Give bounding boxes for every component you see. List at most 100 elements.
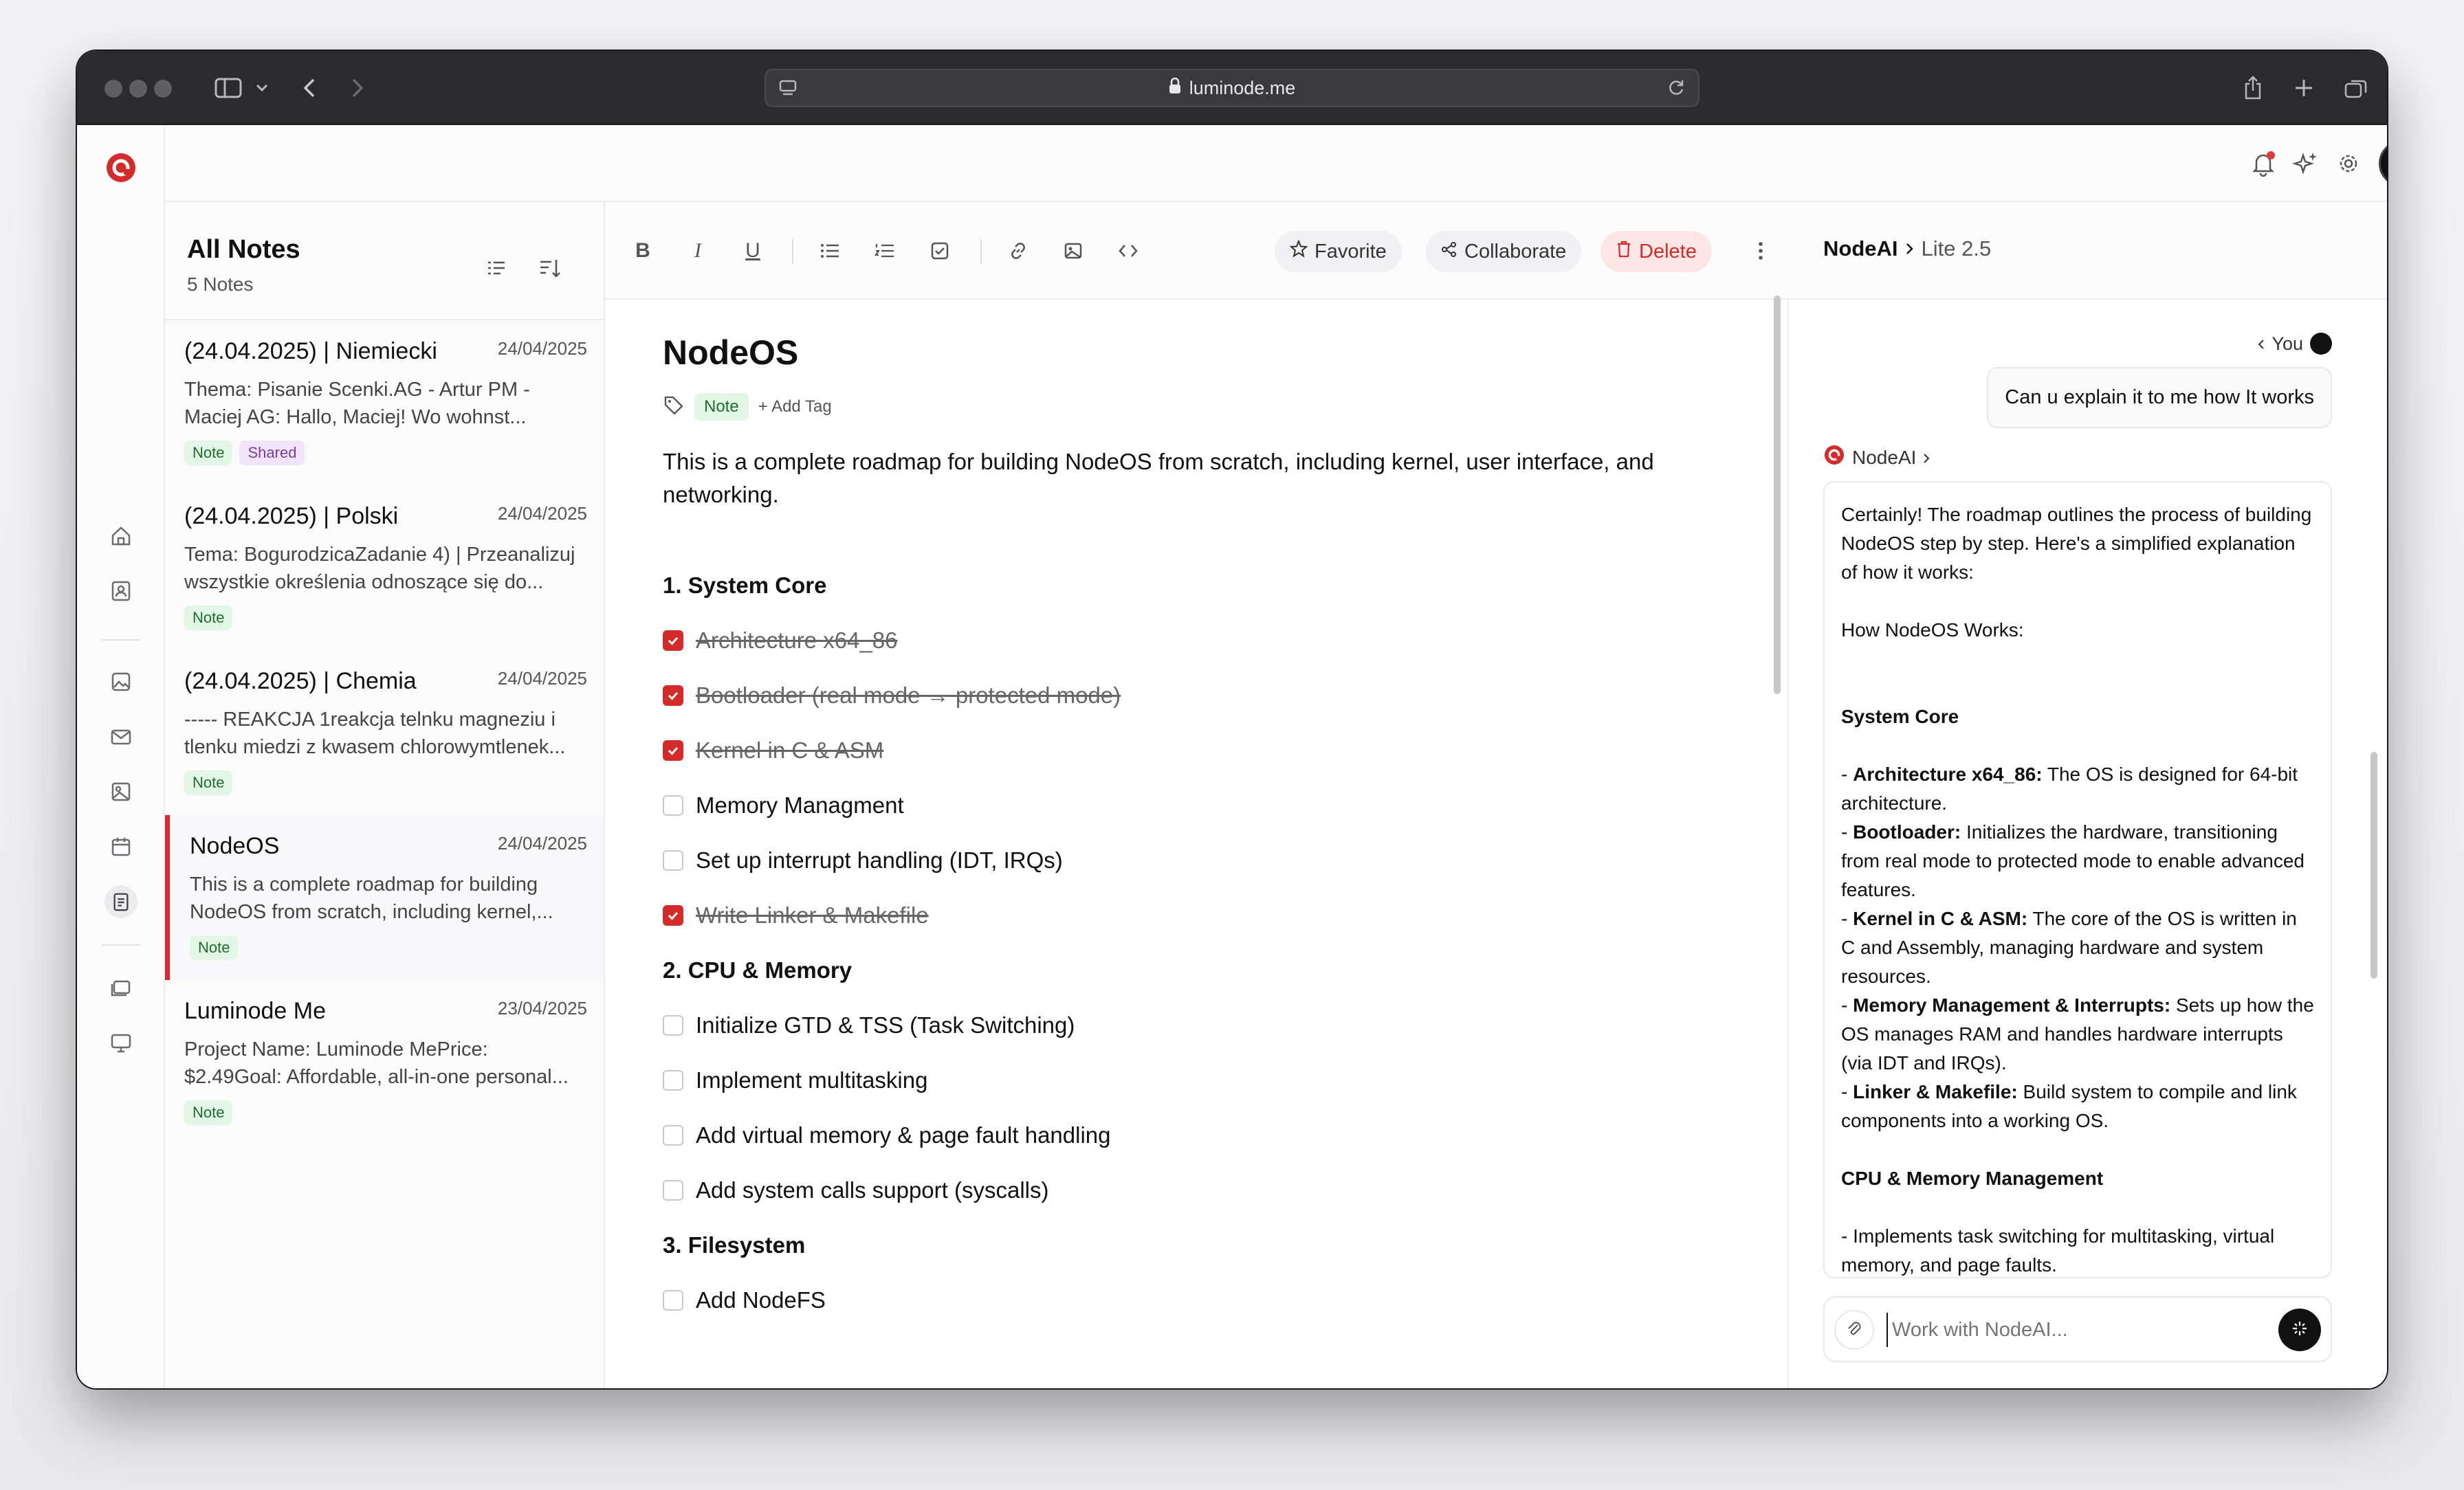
task-text[interactable]: Add NodeFS (696, 1287, 826, 1313)
note-list-item[interactable]: Luminode Me 23/04/2025 Project Name: Lumin… (165, 980, 604, 1145)
task-checkbox[interactable] (663, 740, 683, 761)
task-checkbox[interactable] (663, 1125, 683, 1146)
section-heading[interactable]: 2. CPU & Memory (663, 943, 1694, 998)
document-tags: Note + Add Tag (663, 393, 1694, 421)
favorite-button[interactable]: Favorite (1275, 231, 1402, 272)
task-checkbox[interactable] (663, 630, 683, 651)
delete-button[interactable]: Delete (1600, 231, 1712, 272)
note-list-item[interactable]: (24.04.2025) | Polski 24/04/2025 Tema: Bog… (165, 485, 604, 650)
section-heading[interactable]: 3. Filesystem (663, 1218, 1694, 1273)
user-avatar[interactable] (2379, 140, 2387, 187)
link-icon[interactable] (1001, 234, 1035, 268)
task-checkbox[interactable] (663, 850, 683, 871)
section-heading[interactable]: 1. System Core (663, 558, 1694, 613)
chevron-down-icon[interactable] (252, 70, 272, 106)
home-icon[interactable] (104, 520, 138, 553)
task-text[interactable]: Architecture x64_86 (696, 627, 898, 654)
task-item: Set up interrupt handling (IDT, IRQs) (663, 833, 1694, 888)
task-text[interactable]: Implement multitasking (696, 1067, 927, 1093)
task-text[interactable]: Add virtual memory & page fault handling (696, 1122, 1111, 1148)
note-tag: Note (184, 441, 233, 465)
note-tag: Note (184, 605, 233, 630)
mail-icon[interactable] (104, 720, 138, 753)
ai-sparkle-icon[interactable] (2292, 150, 2320, 177)
editor-scrollbar[interactable] (1774, 296, 1781, 694)
add-tag-button[interactable]: + Add Tag (758, 397, 832, 416)
note-list-item[interactable]: (24.04.2025) | Chemia 24/04/2025 ----- REA… (165, 650, 604, 815)
bullet-list-icon[interactable] (813, 234, 847, 268)
italic-icon[interactable]: I (681, 234, 715, 268)
ai-response-text: - Implements task switching for multitas… (1841, 1225, 2275, 1276)
desktop-icon[interactable] (104, 1027, 138, 1060)
underline-icon[interactable]: U (736, 234, 770, 268)
tab-overview-icon[interactable] (2339, 70, 2373, 106)
nodeai-logo-icon (1823, 444, 1845, 471)
task-checkbox[interactable] (663, 1070, 683, 1091)
reload-icon[interactable] (1662, 71, 1690, 104)
sort-icon[interactable] (538, 256, 565, 283)
bold-icon[interactable]: B (626, 234, 660, 268)
task-checkbox[interactable] (663, 1290, 683, 1311)
task-text[interactable]: Bootloader (real mode → protected mode) (696, 682, 1121, 709)
document-title[interactable]: NodeOS (663, 333, 1694, 372)
ai-label: NodeAI (1852, 446, 1917, 468)
ai-item-bold: Linker & Makefile: (1853, 1081, 2018, 1102)
you-label-row: You (2258, 333, 2332, 355)
ai-response-intro: Certainly! The roadmap outlines the proc… (1841, 504, 2312, 583)
gallery-icon[interactable] (104, 665, 138, 698)
note-snippet: ----- REAKCJA 1reakcja telnku magneziu i… (184, 709, 566, 758)
note-list-item[interactable]: NodeOS 24/04/2025 This is a complete roadm… (165, 815, 604, 980)
task-text[interactable]: Initialize GTD & TSS (Task Switching) (696, 1012, 1075, 1038)
task-checkbox[interactable] (663, 795, 683, 816)
close-window-button[interactable] (104, 80, 122, 98)
ai-panel-header: NodeAI Lite 2.5 (1789, 202, 2387, 300)
task-checkbox[interactable] (663, 1180, 683, 1201)
address-bar[interactable]: luminode.me (764, 69, 1700, 107)
task-text[interactable]: Kernel in C & ASM (696, 737, 883, 764)
numbered-list-icon[interactable] (868, 234, 902, 268)
ai-prompt-input[interactable] (1886, 1313, 2272, 1347)
collaborate-button[interactable]: Collaborate (1426, 231, 1582, 272)
calendar-icon[interactable] (104, 830, 138, 863)
send-button[interactable] (2278, 1309, 2321, 1351)
settings-gear-icon[interactable] (2335, 150, 2362, 177)
notes-icon[interactable] (104, 885, 138, 918)
ai-scrollbar[interactable] (2370, 752, 2377, 979)
forward-icon[interactable] (344, 70, 371, 106)
image-icon[interactable] (1056, 234, 1090, 268)
document-intro[interactable]: This is a complete roadmap for building … (663, 445, 1680, 511)
back-icon[interactable] (296, 70, 323, 106)
sidebar-toggle-icon[interactable] (208, 70, 249, 106)
star-icon (1289, 239, 1308, 263)
view-options-icon[interactable] (484, 256, 512, 283)
ai-response-item: - Bootloader: Initializes the hardware, … (1841, 821, 2304, 900)
luminode-logo-icon[interactable] (104, 151, 138, 184)
note-date: 24/04/2025 (497, 338, 587, 359)
contacts-icon[interactable] (104, 575, 138, 608)
checklist-icon[interactable] (923, 234, 957, 268)
task-text[interactable]: Set up interrupt handling (IDT, IRQs) (696, 847, 1063, 874)
ai-model-selector[interactable]: NodeAI Lite 2.5 (1823, 236, 1991, 261)
delete-label: Delete (1639, 240, 1697, 263)
photos-icon[interactable] (104, 775, 138, 808)
note-list-item[interactable]: (24.04.2025) | Niemiecki 24/04/2025 Thema:… (165, 320, 604, 485)
ai-response-item: - Architecture x64_86: The OS is designe… (1841, 764, 2298, 814)
ai-label-row: NodeAI (1823, 444, 1930, 471)
minimize-window-button[interactable] (129, 80, 147, 98)
attach-button[interactable] (1834, 1310, 1874, 1350)
task-text[interactable]: Write Linker & Makefile (696, 902, 929, 929)
more-options-icon[interactable] (1744, 234, 1778, 268)
share-icon[interactable] (2236, 70, 2270, 106)
task-checkbox[interactable] (663, 685, 683, 706)
task-text[interactable]: Add system calls support (syscalls) (696, 1177, 1048, 1203)
zoom-window-button[interactable] (154, 80, 172, 98)
code-icon[interactable] (1111, 234, 1145, 268)
notification-bell-icon[interactable] (2248, 148, 2278, 179)
document-tag[interactable]: Note (694, 393, 749, 421)
task-checkbox[interactable] (663, 905, 683, 926)
task-text[interactable]: Memory Managment (696, 792, 904, 819)
storage-icon[interactable] (104, 972, 138, 1005)
share-nodes-icon (1441, 241, 1458, 263)
task-checkbox[interactable] (663, 1015, 683, 1036)
new-tab-icon[interactable] (2287, 70, 2321, 106)
